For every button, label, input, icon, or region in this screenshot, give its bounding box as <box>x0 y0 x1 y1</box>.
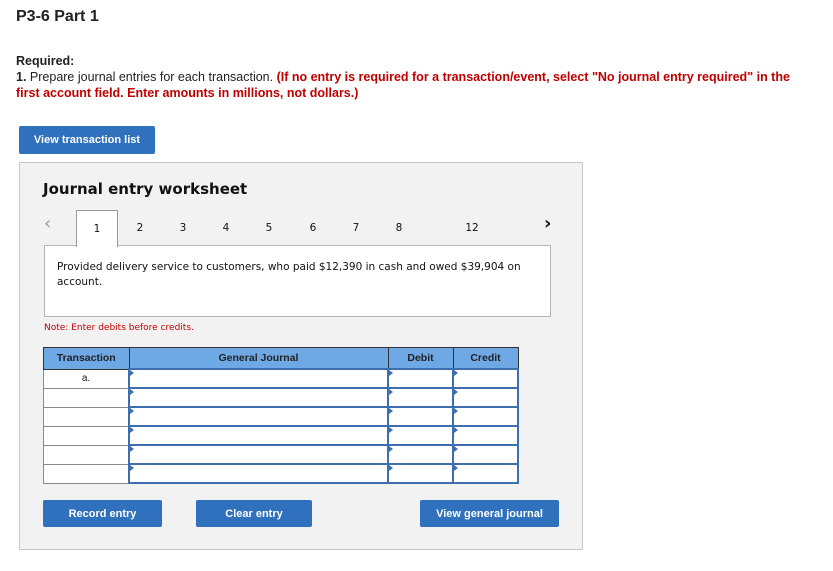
account-field[interactable] <box>128 463 389 484</box>
tab-2[interactable]: 2 <box>125 210 155 245</box>
instruction-text: Prepare journal entries for each transac… <box>26 70 277 84</box>
instructions: 1. Prepare journal entries for each tran… <box>16 69 816 101</box>
table-row <box>43 425 519 446</box>
credit-field[interactable] <box>452 387 519 408</box>
tab-8[interactable]: 8 <box>384 210 414 245</box>
clear-entry-button[interactable]: Clear entry <box>196 500 312 527</box>
view-general-journal-button[interactable]: View general journal <box>420 500 559 527</box>
account-field[interactable] <box>128 425 389 446</box>
header-credit: Credit <box>452 347 519 370</box>
account-field[interactable] <box>128 406 389 427</box>
transaction-description-box: Provided delivery service to customers, … <box>44 245 551 317</box>
transaction-cell: a. <box>43 368 130 389</box>
debit-field[interactable] <box>387 463 454 484</box>
table-row <box>43 463 519 484</box>
transaction-cell <box>43 387 130 408</box>
required-label: Required: <box>16 54 75 68</box>
transaction-cell <box>43 463 130 484</box>
tab-5[interactable]: 5 <box>254 210 284 245</box>
chevron-right-icon[interactable]: › <box>544 213 551 234</box>
worksheet-title: Journal entry worksheet <box>43 180 248 198</box>
view-transaction-list-button[interactable]: View transaction list <box>19 126 155 154</box>
tab-6[interactable]: 6 <box>298 210 328 245</box>
instruction-number: 1. <box>16 70 27 84</box>
debit-field[interactable] <box>387 368 454 389</box>
header-general-journal: General Journal <box>128 347 389 370</box>
transaction-cell <box>43 425 130 446</box>
header-debit: Debit <box>387 347 454 370</box>
table-row: a. <box>43 368 519 389</box>
credit-field[interactable] <box>452 425 519 446</box>
tab-4[interactable]: 4 <box>211 210 241 245</box>
credit-field[interactable] <box>452 444 519 465</box>
debit-field[interactable] <box>387 406 454 427</box>
table-header-row: Transaction General Journal Debit Credit <box>43 347 519 370</box>
debit-field[interactable] <box>387 387 454 408</box>
chevron-left-icon[interactable]: ‹ <box>44 213 51 234</box>
tab-1[interactable]: 1 <box>76 210 118 247</box>
credit-field[interactable] <box>452 368 519 389</box>
transaction-cell <box>43 444 130 465</box>
account-field[interactable] <box>128 387 389 408</box>
credit-field[interactable] <box>452 406 519 427</box>
credit-field[interactable] <box>452 463 519 484</box>
table-row <box>43 387 519 408</box>
record-entry-button[interactable]: Record entry <box>43 500 162 527</box>
tab-7[interactable]: 7 <box>341 210 371 245</box>
journal-entry-table: Transaction General Journal Debit Credit… <box>43 347 519 484</box>
account-field[interactable] <box>128 368 389 389</box>
tab-12[interactable]: 12 <box>457 210 487 245</box>
account-field[interactable] <box>128 444 389 465</box>
debit-field[interactable] <box>387 425 454 446</box>
debit-credit-note: Note: Enter debits before credits. <box>44 323 194 333</box>
transaction-cell <box>43 406 130 427</box>
page-title: P3-6 Part 1 <box>16 8 99 25</box>
header-transaction: Transaction <box>43 347 130 370</box>
tab-3[interactable]: 3 <box>168 210 198 245</box>
transaction-description: Provided delivery service to customers, … <box>57 261 521 288</box>
table-row <box>43 444 519 465</box>
table-row <box>43 406 519 427</box>
debit-field[interactable] <box>387 444 454 465</box>
journal-entry-worksheet: Journal entry worksheet ‹ 1 2 3 4 5 6 7 … <box>19 162 583 550</box>
